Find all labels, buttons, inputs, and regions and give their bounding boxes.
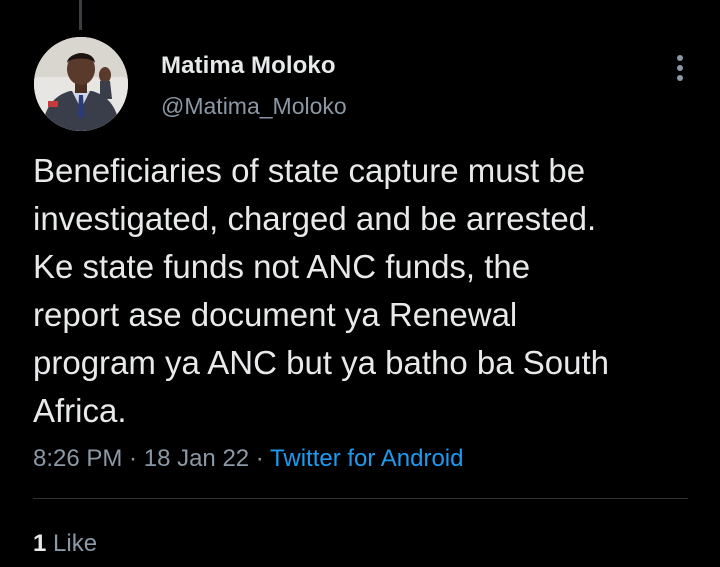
- tweet-metadata: 8:26 PM · 18 Jan 22 · Twitter for Androi…: [33, 443, 463, 475]
- thread-connector-line: [79, 0, 82, 30]
- tweet-date[interactable]: 18 Jan 22: [144, 445, 249, 472]
- likes-stat[interactable]: 1 Like: [33, 528, 97, 560]
- author-handle[interactable]: @Matima_Moloko: [161, 92, 347, 120]
- author-name[interactable]: Matima Moloko: [161, 52, 347, 80]
- divider: [33, 498, 688, 499]
- tweet-author: Matima Moloko @Matima_Moloko: [161, 52, 347, 120]
- tweet-time[interactable]: 8:26 PM: [33, 445, 122, 472]
- meta-separator: ·: [122, 445, 144, 472]
- more-vertical-icon: [677, 55, 683, 81]
- tweet-text: Beneficiaries of state capture must be i…: [33, 152, 610, 429]
- tweet-client-link[interactable]: Twitter for Android: [270, 445, 463, 472]
- likes-count: 1: [33, 530, 47, 557]
- likes-label: Like: [46, 530, 98, 557]
- more-options-button[interactable]: [664, 52, 696, 84]
- avatar-image: [34, 37, 128, 131]
- avatar[interactable]: [34, 37, 128, 131]
- meta-separator: ·: [249, 445, 271, 472]
